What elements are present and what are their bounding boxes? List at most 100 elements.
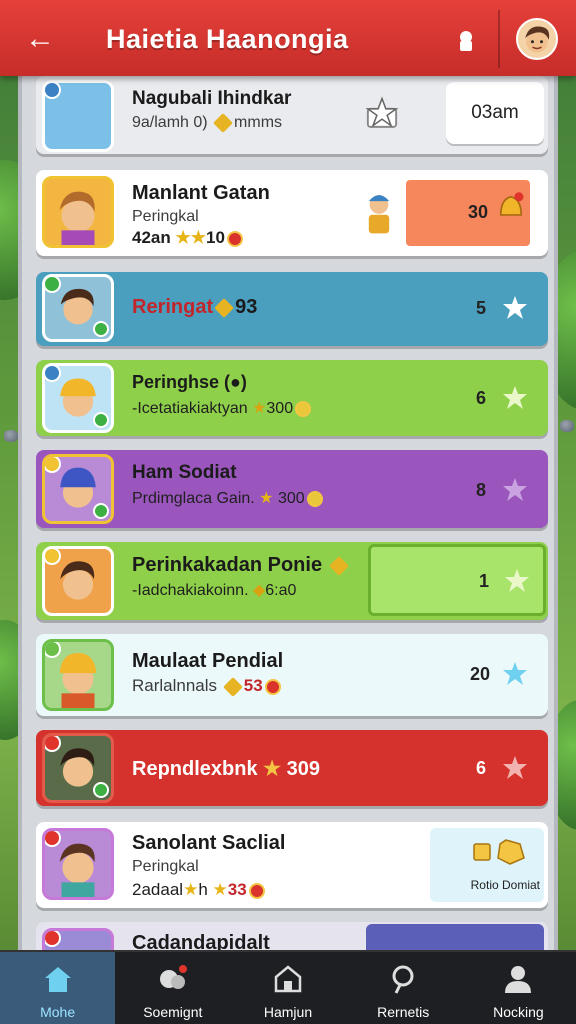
player-subtitle: 9a/lamh 0) mmms — [132, 112, 283, 133]
player-subtitle: Rarlalnnals 53 — [132, 676, 281, 697]
player-avatar — [42, 274, 114, 342]
star-icon: ★ — [212, 880, 228, 899]
player-name: Perinkakadan Ponie — [132, 554, 350, 577]
player-avatar — [42, 363, 114, 433]
player-score: 93 — [235, 296, 258, 318]
player-score: 2adaal★h ★33 — [132, 880, 265, 900]
player-subtitle: -Icetatiakiaktyan ★300 — [132, 398, 312, 418]
list-item[interactable]: Peringhse (●) -Icetatiakiaktyan ★300 6 — [36, 360, 548, 436]
coin-icon — [226, 230, 243, 247]
player-score-text: 42an — [132, 228, 171, 247]
nav-label: Mohe — [40, 1004, 76, 1020]
player-name: Cadandapidalt — [132, 932, 270, 950]
player-avatar — [42, 733, 114, 803]
reward-panel[interactable]: Rotio Domiat — [430, 828, 544, 902]
gem-icon — [222, 676, 243, 697]
rank-number: 30 — [468, 202, 489, 222]
home-icon — [44, 967, 71, 992]
player-score: 300 — [266, 400, 294, 417]
player-subtitle-text: -Iadchakiakoinn. — [132, 582, 249, 599]
star-icon — [503, 756, 527, 779]
rank-number: 6 — [476, 758, 487, 778]
list-item[interactable]: Perinkakadan Ponie -Iadchakiakoinn. ◆6:a… — [36, 542, 548, 620]
list-item[interactable]: Repndlexbnk ★ 309 6 — [36, 730, 548, 806]
list-item[interactable]: Nagubali Ihindkar 9a/lamh 0) mmms 03am — [36, 76, 548, 154]
player-subtitle-text: 9a/lamh 0) — [132, 114, 213, 131]
player-subtitle-tail: mmms — [234, 114, 283, 131]
profile-avatar[interactable] — [516, 18, 558, 60]
nav-label: Rernetis — [377, 1004, 430, 1020]
online-badge-icon — [93, 782, 109, 798]
time-button[interactable]: 03am — [446, 82, 544, 144]
player-name-text: Perinkakadan Ponie — [132, 554, 323, 576]
character-icon — [368, 195, 390, 234]
nav-label: Soemignt — [143, 1004, 203, 1020]
player-subtitle: Peringkal — [132, 208, 199, 225]
rank-panel: 30 — [406, 180, 530, 246]
star-icon — [503, 386, 527, 409]
nav-item-house[interactable]: Hamjun — [230, 952, 345, 1024]
player-subtitle-text: Prdimglaca Gain. — [132, 490, 255, 507]
star-icon: ★ — [259, 490, 274, 507]
player-avatar — [42, 546, 114, 616]
level-badge-icon — [45, 277, 61, 293]
star-icon — [505, 569, 529, 592]
coin-icon — [295, 400, 312, 417]
player-score-text: 2adaal — [132, 880, 184, 899]
star-icon: ★ — [263, 758, 282, 780]
nav-item-profile[interactable]: Nocking — [461, 952, 576, 1024]
level-badge-icon — [45, 83, 61, 99]
nav-label: Nocking — [493, 1004, 544, 1020]
coin-icon — [264, 678, 281, 695]
player-avatar — [42, 828, 114, 900]
star-icon: ★ — [190, 228, 206, 247]
level-badge-icon — [45, 457, 61, 473]
player-name-text: Repndlexbnk — [132, 758, 258, 780]
header-divider — [498, 10, 500, 68]
list-item[interactable]: Ham Sodiat Prdimglaca Gain. ★ 300 8 — [36, 450, 548, 528]
profile-icon — [505, 966, 532, 993]
player-avatar — [42, 80, 114, 152]
player-avatar — [42, 454, 114, 524]
star-icon — [503, 296, 527, 319]
player-score: 6:a0 — [265, 582, 297, 599]
rank-number: 6 — [476, 388, 487, 408]
star-icon: ★ — [252, 400, 267, 417]
player-subtitle: Prdimglaca Gain. ★ 300 — [132, 488, 323, 508]
star-icon: ★ — [183, 880, 199, 899]
back-arrow-icon[interactable]: ← — [22, 22, 58, 58]
list-item[interactable]: Reringat 93 5 — [36, 272, 548, 346]
nav-item-social[interactable]: Soemignt — [115, 952, 230, 1024]
level-badge-icon — [45, 549, 61, 565]
nav-item-home[interactable]: Mohe — [0, 952, 116, 1024]
list-item[interactable]: Sanolant Saclial Peringkal 2adaal★h ★33 … — [36, 822, 548, 908]
list-item[interactable]: Maulaat Pendial Rarlalnnals 53 20 — [36, 634, 548, 716]
player-name-text: Reringat — [132, 296, 214, 318]
treasure-icon — [473, 839, 525, 865]
star-icon — [503, 478, 527, 501]
player-name-text: Peringhse — [132, 372, 220, 392]
coin-icon — [248, 882, 265, 899]
star-icon — [503, 662, 527, 685]
leaderboard-list: Nagubali Ihindkar 9a/lamh 0) mmms 03am M… — [18, 70, 558, 950]
coin-icon: (●) — [224, 372, 247, 392]
house-icon — [274, 965, 302, 993]
list-item[interactable]: Cadandapidalt — [36, 922, 548, 950]
level-badge-icon — [45, 736, 61, 752]
envelope-star-icon — [365, 96, 399, 128]
nav-item-search[interactable]: Rernetis — [346, 952, 461, 1024]
list-item[interactable]: Manlant Gatan Peringkal 42an ★★10 30 — [36, 170, 548, 256]
gem-icon: ◆ — [252, 582, 266, 599]
level-badge-icon — [45, 642, 61, 658]
gem-icon — [213, 112, 233, 133]
player-name: Repndlexbnk ★ 309 — [132, 756, 320, 781]
lock-icon[interactable] — [451, 26, 481, 56]
player-score: 53 — [243, 676, 263, 695]
level-badge-icon — [45, 831, 61, 847]
top-bar: ← Haietia Haanongia — [0, 0, 576, 76]
social-icon — [159, 965, 187, 989]
coin-icon — [306, 490, 323, 507]
player-avatar — [42, 176, 114, 248]
time-button-label: 03am — [471, 102, 519, 123]
bell-icon — [499, 192, 524, 216]
